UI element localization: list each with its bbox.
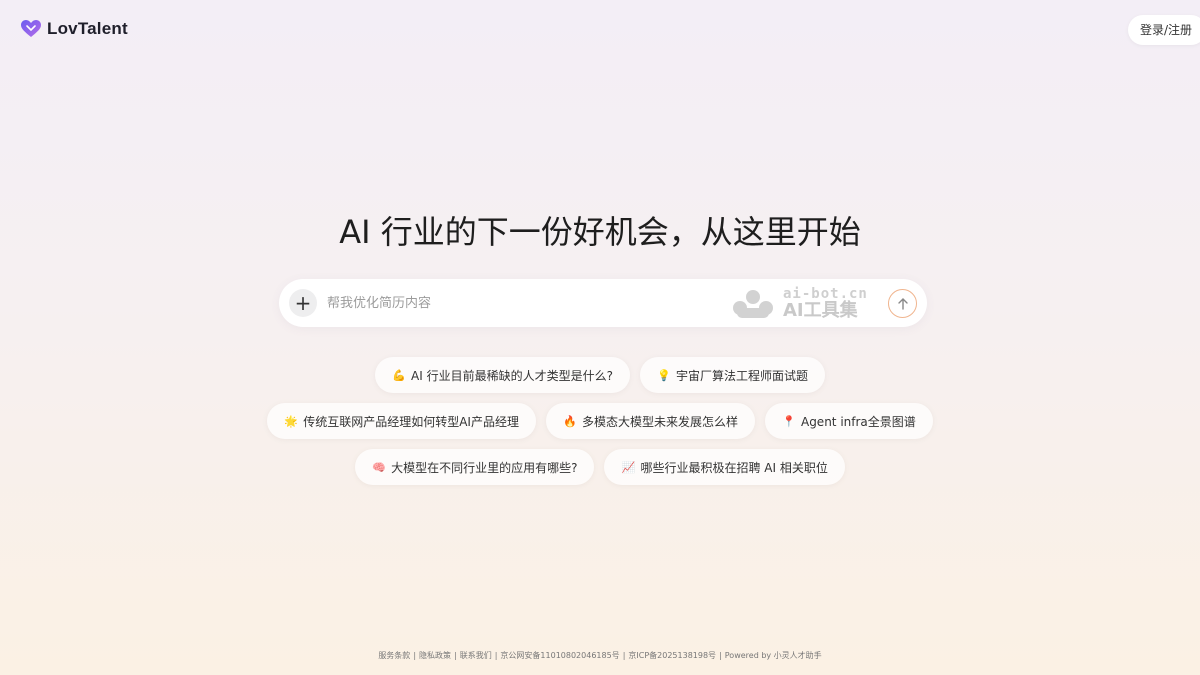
chart-up-icon: 📈: [621, 460, 636, 474]
star-icon: 🌟: [284, 414, 298, 428]
footer: 服务条款 | 隐私政策 | 联系我们 | 京公网安备11010802046185号 | 京ICP…: [378, 651, 822, 660]
send-button[interactable]: [888, 289, 917, 318]
cloud-watermark-icon: [733, 289, 773, 318]
suggestion-label: Agent infra全景图谱: [800, 414, 916, 429]
suggestion-row-1: 💪 AI 行业目前最稀缺的人才类型是什么? 💡 宇宙厂算法工程师面试题: [0, 357, 1200, 393]
heart-logo-icon: [21, 20, 41, 37]
brain-icon: 🧠: [372, 460, 386, 474]
suggestion-label: 宇宙厂算法工程师面试题: [675, 368, 808, 383]
arrow-up-icon: [897, 297, 908, 310]
suggestion-chip[interactable]: 📍 Agent infra全景图谱: [764, 403, 933, 439]
watermark-label: AI工具集: [783, 300, 858, 321]
footer-link-terms[interactable]: 服务条款: [378, 651, 410, 660]
login-register-button[interactable]: 登录/注册: [1127, 15, 1200, 45]
page-headline: AI 行业的下一份好机会，从这里开始: [339, 213, 861, 251]
suggestion-chip[interactable]: 💪 AI 行业目前最稀缺的人才类型是什么?: [375, 357, 630, 393]
chat-input[interactable]: [327, 291, 707, 315]
logo[interactable]: LovTalent: [21, 19, 128, 39]
watermark: ai-bot.cn AI工具集: [729, 287, 868, 320]
suggestion-label: AI 行业目前最稀缺的人才类型是什么?: [411, 368, 613, 383]
suggestion-label: 哪些行业最积极在招聘 AI 相关职位: [640, 460, 828, 475]
chat-input-bar: + ai-bot.cn AI工具集: [279, 279, 927, 327]
logo-text: LovTalent: [47, 19, 128, 38]
suggestion-label: 传统互联网产品经理如何转型AI产品经理: [303, 414, 519, 429]
suggestion-chip[interactable]: 🌟 传统互联网产品经理如何转型AI产品经理: [267, 403, 536, 439]
flexed-biceps-icon: 💪: [392, 368, 406, 382]
pin-icon: 📍: [781, 414, 796, 428]
footer-link-contact[interactable]: 联系我们: [460, 651, 492, 660]
suggestion-row-3: 🧠 大模型在不同行业里的应用有哪些? 📈 哪些行业最积极在招聘 AI 相关职位: [0, 449, 1200, 485]
footer-link-privacy[interactable]: 隐私政策: [419, 651, 451, 660]
add-attachment-button[interactable]: +: [289, 289, 317, 317]
footer-link-police-record[interactable]: 京公网安备11010802046185号: [500, 651, 619, 660]
suggestion-chip[interactable]: 📈 哪些行业最积极在招聘 AI 相关职位: [604, 449, 845, 485]
suggestion-chip[interactable]: 🔥 多模态大模型未来发展怎么样: [545, 403, 755, 439]
suggestion-label: 多模态大模型未来发展怎么样: [581, 414, 738, 429]
suggestion-chip[interactable]: 💡 宇宙厂算法工程师面试题: [639, 357, 825, 393]
plus-icon: +: [294, 291, 312, 315]
suggestion-row-2: 🌟 传统互联网产品经理如何转型AI产品经理 🔥 多模态大模型未来发展怎么样 📍 …: [0, 403, 1200, 439]
footer-powered-by[interactable]: Powered by 小灵人才助手: [725, 651, 822, 660]
suggestion-label: 大模型在不同行业里的应用有哪些?: [391, 460, 578, 475]
fire-icon: 🔥: [562, 414, 577, 428]
suggestion-chip[interactable]: 🧠 大模型在不同行业里的应用有哪些?: [355, 449, 595, 485]
lightbulb-icon: 💡: [656, 368, 671, 382]
footer-link-icp[interactable]: 京ICP备2025138198号: [628, 651, 716, 660]
watermark-url: ai-bot.cn: [783, 286, 868, 302]
